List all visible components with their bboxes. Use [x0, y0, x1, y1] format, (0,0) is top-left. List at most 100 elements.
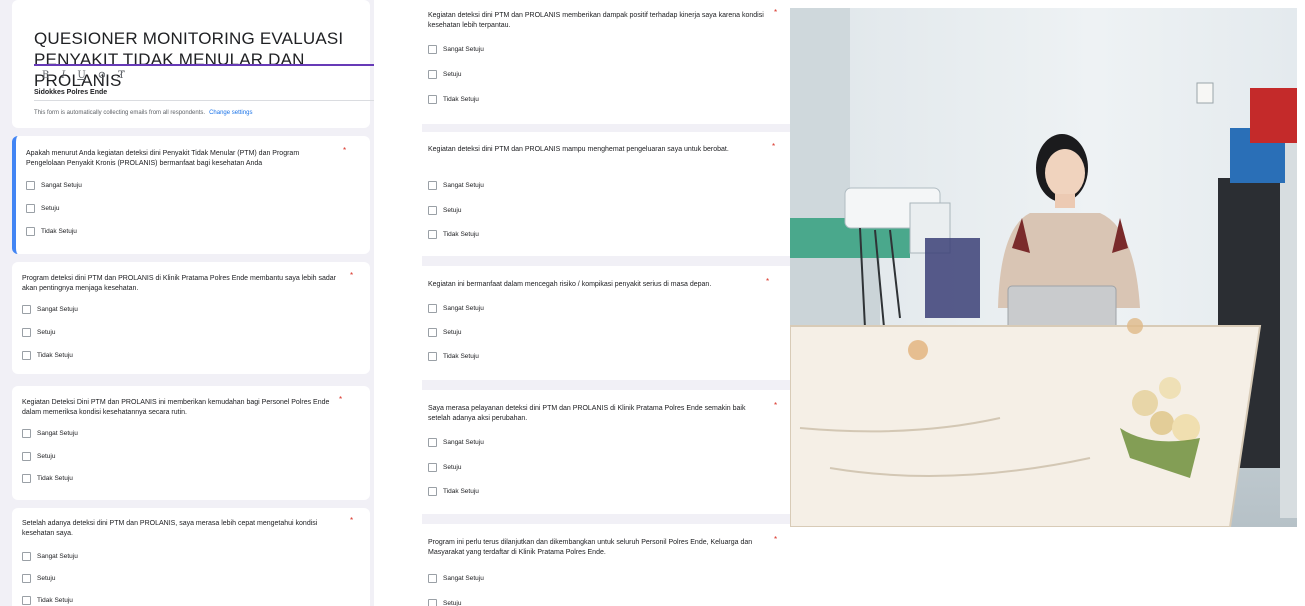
question-text[interactable]: Kegiatan deteksi dini PTM dan PROLANIS m…: [428, 145, 758, 155]
question-card-1[interactable]: Apakah menurut Anda kegiatan deteksi din…: [12, 136, 370, 254]
question-card-7[interactable]: Kegiatan ini bermanfaat dalam mencegah r…: [422, 266, 790, 380]
checkbox-icon[interactable]: [22, 351, 31, 360]
checkbox-icon[interactable]: [428, 328, 437, 337]
option-label: Setuju: [37, 575, 56, 582]
option-label: Tidak Setuju: [37, 597, 73, 604]
option-tidak-setuju[interactable]: Tidak Setuju: [428, 352, 479, 361]
link-icon[interactable]: ⊘: [98, 70, 106, 81]
checkbox-icon[interactable]: [428, 352, 437, 361]
form-header-card: QUESIONER MONITORING EVALUASI PENYAKIT T…: [12, 0, 374, 128]
option-sangat-setuju[interactable]: Sangat Setuju: [26, 181, 82, 190]
checkbox-icon[interactable]: [22, 474, 31, 483]
option-sangat-setuju[interactable]: Sangat Setuju: [22, 305, 78, 314]
form-editor-middle: Kegiatan deteksi dini PTM dan PROLANIS m…: [422, 0, 790, 606]
option-label: Setuju: [443, 71, 462, 78]
format-toolbar: B I U ⊘ T̸: [42, 70, 125, 81]
checkbox-icon[interactable]: [26, 227, 35, 236]
option-setuju[interactable]: Setuju: [22, 574, 55, 583]
form-title[interactable]: QUESIONER MONITORING EVALUASI PENYAKIT T…: [34, 28, 374, 91]
option-label: Setuju: [41, 205, 60, 212]
option-label: Tidak Setuju: [41, 228, 77, 235]
checkbox-icon[interactable]: [428, 206, 437, 215]
option-tidak-setuju[interactable]: Tidak Setuju: [428, 230, 479, 239]
option-setuju[interactable]: Setuju: [22, 452, 55, 461]
option-label: Sangat Setuju: [443, 439, 484, 446]
option-setuju[interactable]: Setuju: [428, 206, 461, 215]
option-tidak-setuju[interactable]: Tidak Setuju: [428, 95, 479, 104]
option-label: Sangat Setuju: [37, 306, 78, 313]
checkbox-icon[interactable]: [428, 463, 437, 472]
form-description[interactable]: Sidokkes Polres Ende: [34, 89, 107, 96]
option-setuju[interactable]: Setuju: [428, 463, 461, 472]
checkbox-icon[interactable]: [428, 181, 437, 190]
question-text[interactable]: Kegiatan Deteksi Dini PTM dan PROLANIS i…: [22, 398, 340, 418]
question-card-4[interactable]: Setelah adanya deteksi dini PTM dan PROL…: [12, 508, 370, 606]
italic-button[interactable]: I: [61, 70, 65, 81]
checkbox-icon[interactable]: [26, 204, 35, 213]
option-label: Sangat Setuju: [37, 430, 78, 437]
option-label: Sangat Setuju: [443, 575, 484, 582]
email-collection-note: This form is automatically collecting em…: [34, 110, 252, 116]
required-asterisk: *: [343, 146, 347, 155]
checkbox-icon[interactable]: [428, 70, 437, 79]
checkbox-icon[interactable]: [428, 487, 437, 496]
checkbox-icon[interactable]: [22, 328, 31, 337]
checkbox-icon[interactable]: [428, 574, 437, 583]
checkbox-icon[interactable]: [22, 305, 31, 314]
checkbox-icon[interactable]: [22, 596, 31, 605]
form-editor-left: QUESIONER MONITORING EVALUASI PENYAKIT T…: [0, 0, 374, 606]
question-card-8[interactable]: Saya merasa pelayanan deteksi dini PTM d…: [422, 390, 790, 514]
option-setuju[interactable]: Setuju: [26, 204, 59, 213]
option-label: Sangat Setuju: [41, 182, 82, 189]
question-text[interactable]: Setelah adanya deteksi dini PTM dan PROL…: [22, 519, 347, 539]
option-sangat-setuju[interactable]: Sangat Setuju: [428, 304, 484, 313]
question-text[interactable]: Program ini perlu terus dilanjutkan dan …: [428, 538, 773, 558]
checkbox-icon[interactable]: [26, 181, 35, 190]
checkbox-icon[interactable]: [428, 230, 437, 239]
option-tidak-setuju[interactable]: Tidak Setuju: [22, 351, 73, 360]
checkbox-icon[interactable]: [22, 429, 31, 438]
required-asterisk: *: [350, 516, 354, 525]
question-card-5[interactable]: Kegiatan deteksi dini PTM dan PROLANIS m…: [422, 0, 790, 124]
checkbox-icon[interactable]: [22, 574, 31, 583]
question-card-9[interactable]: Program ini perlu terus dilanjutkan dan …: [422, 524, 790, 606]
option-sangat-setuju[interactable]: Sangat Setuju: [22, 429, 78, 438]
option-sangat-setuju[interactable]: Sangat Setuju: [428, 574, 484, 583]
option-tidak-setuju[interactable]: Tidak Setuju: [26, 227, 77, 236]
option-setuju[interactable]: Setuju: [428, 599, 461, 606]
question-text[interactable]: Kegiatan deteksi dini PTM dan PROLANIS m…: [428, 11, 768, 31]
option-tidak-setuju[interactable]: Tidak Setuju: [428, 487, 479, 496]
option-sangat-setuju[interactable]: Sangat Setuju: [428, 45, 484, 54]
question-text[interactable]: Apakah menurut Anda kegiatan deteksi din…: [26, 149, 326, 169]
checkbox-icon[interactable]: [428, 45, 437, 54]
checkbox-icon[interactable]: [22, 452, 31, 461]
question-text[interactable]: Program deteksi dini PTM dan PROLANIS di…: [22, 274, 342, 294]
option-setuju[interactable]: Setuju: [428, 328, 461, 337]
checkbox-icon[interactable]: [22, 552, 31, 561]
question-text[interactable]: Saya merasa pelayanan deteksi dini PTM d…: [428, 404, 768, 424]
checkbox-icon[interactable]: [428, 304, 437, 313]
option-sangat-setuju[interactable]: Sangat Setuju: [22, 552, 78, 561]
option-sangat-setuju[interactable]: Sangat Setuju: [428, 438, 484, 447]
option-label: Sangat Setuju: [443, 305, 484, 312]
question-text[interactable]: Kegiatan ini bermanfaat dalam mencegah r…: [428, 280, 773, 290]
underline-button[interactable]: U: [77, 70, 85, 81]
option-sangat-setuju[interactable]: Sangat Setuju: [428, 181, 484, 190]
option-tidak-setuju[interactable]: Tidak Setuju: [22, 596, 73, 605]
question-card-3[interactable]: Kegiatan Deteksi Dini PTM dan PROLANIS i…: [12, 386, 370, 500]
clear-format-icon[interactable]: T̸: [118, 70, 125, 81]
option-tidak-setuju[interactable]: Tidak Setuju: [22, 474, 73, 483]
option-setuju[interactable]: Setuju: [428, 70, 461, 79]
question-card-2[interactable]: Program deteksi dini PTM dan PROLANIS di…: [12, 262, 370, 374]
checkbox-icon[interactable]: [428, 95, 437, 104]
question-card-6[interactable]: Kegiatan deteksi dini PTM dan PROLANIS m…: [422, 132, 790, 256]
checkbox-icon[interactable]: [428, 438, 437, 447]
option-label: Tidak Setuju: [37, 475, 73, 482]
change-settings-link[interactable]: Change settings: [209, 110, 252, 116]
checkbox-icon[interactable]: [428, 599, 437, 606]
required-asterisk: *: [350, 271, 354, 280]
bold-button[interactable]: B: [42, 70, 49, 81]
option-setuju[interactable]: Setuju: [22, 328, 55, 337]
required-asterisk: *: [774, 401, 778, 410]
option-label: Setuju: [443, 329, 462, 336]
